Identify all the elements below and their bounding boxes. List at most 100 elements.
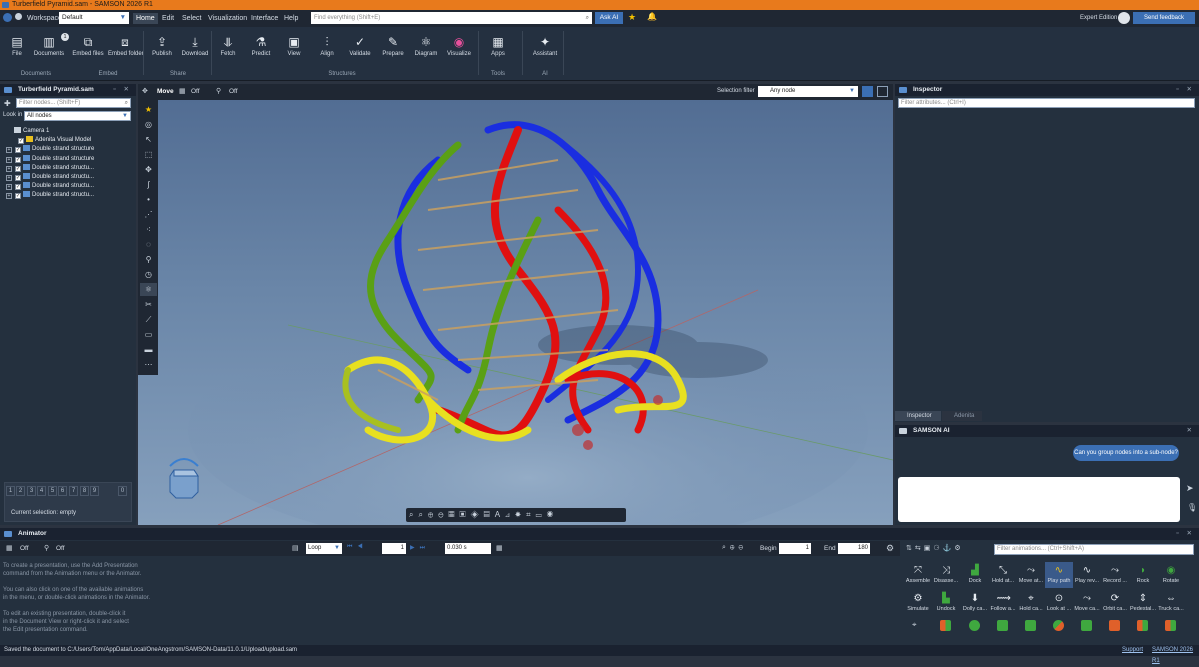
atom-model-icon[interactable]: ⚛	[140, 283, 157, 296]
screen-icon[interactable]: ▭	[536, 510, 547, 519]
animation-rotate[interactable]: ◉ Rotate	[1157, 562, 1185, 588]
notification-icon[interactable]	[15, 13, 22, 20]
preset-icon[interactable]	[1025, 620, 1036, 631]
preset-icon[interactable]	[1053, 620, 1064, 631]
number-key[interactable]: 7	[69, 486, 78, 496]
animation-record[interactable]: ⤳ Record ...	[1101, 562, 1129, 588]
animation-orbit-camera[interactable]: ⟳ Orbit ca...	[1101, 590, 1129, 616]
microphone-icon[interactable]: 🎙	[1187, 503, 1197, 512]
tab-adenita[interactable]: Adenita	[942, 411, 982, 421]
grid-icon[interactable]: ▦	[179, 87, 186, 95]
tree-node-strand[interactable]: + ✓ Double strand structu...	[6, 191, 94, 200]
global-search-input[interactable]: Find everything (Shift+E) ⌕	[311, 12, 592, 24]
visibility-checkbox[interactable]: ✓	[15, 166, 21, 172]
align-button[interactable]: ⫶ Align	[310, 31, 344, 69]
send-icon[interactable]: ➤	[1186, 483, 1194, 494]
menu-select[interactable]: Select	[179, 13, 204, 24]
predict-button[interactable]: ⚗ Predict	[244, 31, 278, 69]
expand-icon[interactable]: +	[6, 175, 12, 181]
diagram-button[interactable]: ⚛ Diagram	[409, 31, 443, 69]
preset-icon[interactable]	[940, 620, 951, 631]
download-button[interactable]: ⤓ Download	[178, 31, 212, 69]
tree-node-strand[interactable]: + ✓ Double strand structu...	[6, 173, 94, 182]
favorites-icon[interactable]: ★	[140, 103, 157, 116]
tree-node-strand[interactable]: + ✓ Double strand structu...	[6, 182, 94, 191]
grid-off-label[interactable]: Off	[191, 88, 200, 95]
publish-button[interactable]: ⇪ Publish	[145, 31, 179, 69]
expand-icon[interactable]: +	[6, 166, 12, 172]
file-button[interactable]: ▤ File	[0, 31, 34, 69]
tab-inspector[interactable]: Inspector	[895, 411, 941, 421]
view-cube[interactable]	[160, 456, 208, 504]
lasso-tool-icon[interactable]: ∫	[140, 178, 157, 191]
menu-home[interactable]: Home	[133, 13, 158, 24]
prepare-button[interactable]: ✎ Prepare	[376, 31, 410, 69]
star-icon[interactable]: ★	[628, 12, 636, 23]
animation-truck-camera[interactable]: ⇔ Truck ca...	[1157, 590, 1185, 616]
animation-assemble[interactable]: ⤧ Assemble	[904, 562, 932, 588]
move-label[interactable]: Move	[157, 88, 174, 95]
preset-icon[interactable]	[969, 620, 980, 631]
validate-button[interactable]: ✓ Validate	[343, 31, 377, 69]
end-input[interactable]: 180	[838, 543, 870, 554]
number-key[interactable]: 6	[58, 486, 67, 496]
visibility-checkbox[interactable]: ✓	[15, 157, 21, 163]
eye-icon[interactable]: ◉	[547, 510, 558, 519]
wand-tool-icon[interactable]: ⚲	[140, 253, 157, 266]
add-node-icon[interactable]: ✚	[4, 99, 11, 108]
visibility-checkbox[interactable]: ✓	[18, 138, 24, 144]
film-icon[interactable]: ▤	[292, 544, 299, 552]
3d-viewport[interactable]	[138, 100, 893, 525]
preset-icon[interactable]	[1165, 620, 1176, 631]
snap-icon[interactable]: ⚲	[216, 87, 221, 95]
number-key[interactable]: 5	[48, 486, 57, 496]
filter-attributes-input[interactable]: Filter attributes... (Ctrl+I)	[898, 98, 1195, 108]
zoom-fit-icon[interactable]: ⌕	[418, 510, 427, 519]
tree-node-visual-model[interactable]: ✓ Adenita Visual Model	[18, 136, 91, 145]
timer-tool-icon[interactable]: ◷	[140, 268, 157, 281]
visibility-checkbox[interactable]: ✓	[15, 184, 21, 190]
animation-undock[interactable]: ▙ Undock	[932, 590, 960, 616]
workspace-select[interactable]: Default ▼	[59, 12, 129, 24]
panel-controls[interactable]: ✕	[1187, 425, 1195, 437]
view-button[interactable]: ▣ View	[277, 31, 311, 69]
panel-controls[interactable]: ▫ ✕	[1176, 84, 1195, 96]
measure-icon[interactable]: ⊿	[505, 510, 515, 519]
version-link[interactable]: SAMSON 2026 R1	[1152, 645, 1199, 667]
zoom-controls[interactable]: ⌕⊕⊖	[722, 544, 747, 552]
perspective-icon[interactable]: ▣	[460, 510, 471, 519]
menu-help[interactable]: Help	[281, 13, 301, 24]
snap-icon[interactable]: ⚲	[44, 544, 49, 552]
animation-pedestal[interactable]: ⇕ Pedestal...	[1129, 590, 1157, 616]
bond-tool-icon[interactable]: ⋰	[140, 208, 157, 221]
scissors-icon[interactable]: ✂	[140, 298, 157, 311]
embed-folder-button[interactable]: ⧈ Embed folder	[108, 31, 144, 69]
select-tool-icon[interactable]: ↖	[140, 133, 157, 146]
frame-input[interactable]: 1	[382, 543, 406, 554]
tree-node-strand[interactable]: + ✓ Double strand structure	[6, 155, 94, 164]
bell-icon[interactable]: 🔔	[647, 12, 657, 21]
preset-icon[interactable]	[1081, 620, 1092, 631]
snap-off-label[interactable]: Off	[229, 88, 238, 95]
forward-controls[interactable]: ▶⏭	[410, 544, 430, 552]
light-icon[interactable]: ☀	[515, 510, 526, 519]
zoom-in-icon[interactable]: ⊕	[428, 510, 438, 519]
animation-move-camera[interactable]: ⤳ Move ca...	[1073, 590, 1101, 616]
time-input[interactable]: 0.030 s	[445, 543, 491, 554]
animation-simulate[interactable]: ⚙ Simulate	[904, 590, 932, 616]
tree-node-strand[interactable]: + ✓ Double strand structu...	[6, 164, 94, 173]
animation-look-at[interactable]: ⊙ Look at ...	[1045, 590, 1073, 616]
tree-node-camera[interactable]: Camera 1	[14, 127, 49, 136]
atom-tool-icon[interactable]: •	[140, 193, 157, 206]
animation-hold-at[interactable]: ⤡ Hold at...	[989, 562, 1017, 588]
visualize-button[interactable]: ◉ Visualize	[442, 31, 476, 69]
fetch-button[interactable]: ⥥ Fetch	[211, 31, 245, 69]
embed-files-button[interactable]: ⧉ Embed files	[71, 31, 105, 69]
move-tool-icon[interactable]: ✥	[140, 163, 157, 176]
panel-controls[interactable]: ▫ ✕	[113, 84, 132, 96]
preset-icon[interactable]	[1109, 620, 1120, 631]
panel-controls[interactable]: ▫ ✕	[1176, 528, 1195, 540]
grid-off-label[interactable]: Off	[20, 545, 29, 552]
filter-toggle-icon[interactable]	[877, 86, 888, 97]
menu-visualization[interactable]: Visualization	[205, 13, 250, 24]
